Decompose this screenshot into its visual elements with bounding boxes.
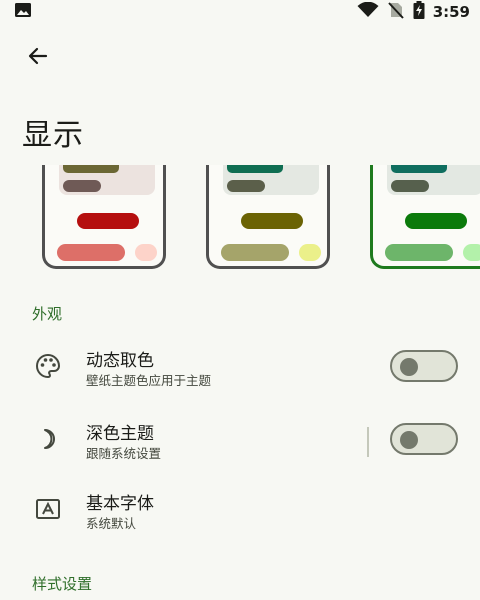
preview-chip xyxy=(63,165,119,173)
status-icons: 3:59 xyxy=(357,1,470,23)
preview-bar xyxy=(405,213,467,229)
setting-font[interactable]: 基本字体 系统默认 xyxy=(0,483,480,543)
preview-chip xyxy=(391,180,429,192)
setting-title: 深色主题 xyxy=(86,424,154,444)
moon-icon xyxy=(34,425,62,453)
palette-icon xyxy=(34,352,62,380)
divider xyxy=(367,427,369,457)
preview-chip xyxy=(63,180,101,192)
setting-dynamic-color[interactable]: 动态取色 壁纸主题色应用于主题 xyxy=(0,340,480,400)
switch-thumb xyxy=(400,358,418,376)
preview-dot xyxy=(135,244,157,261)
app-bar xyxy=(0,30,480,78)
preview-dot xyxy=(299,244,321,261)
setting-subtitle: 系统默认 xyxy=(86,516,137,531)
section-header-appearance: 外观 xyxy=(32,305,63,323)
preview-pill xyxy=(57,244,125,261)
dark-theme-switch[interactable] xyxy=(390,423,458,455)
setting-subtitle: 壁纸主题色应用于主题 xyxy=(86,373,212,388)
dynamic-color-switch[interactable] xyxy=(390,350,458,382)
preview-bar xyxy=(241,213,303,229)
preview-bar xyxy=(77,213,139,229)
preview-dot xyxy=(463,244,480,261)
font-box-icon xyxy=(34,495,62,523)
preview-pill xyxy=(385,244,453,261)
switch-thumb xyxy=(400,431,418,449)
arrow-back-icon xyxy=(26,44,50,72)
battery-charging-icon xyxy=(413,1,425,23)
preview-chip xyxy=(391,165,447,173)
clock: 3:59 xyxy=(432,3,470,21)
theme-preview-card-2[interactable] xyxy=(206,165,330,269)
preview-chip xyxy=(227,165,283,173)
setting-title: 动态取色 xyxy=(86,351,154,371)
setting-title: 基本字体 xyxy=(86,494,154,514)
setting-dark-theme[interactable]: 深色主题 跟随系统设置 xyxy=(0,413,480,473)
theme-preview-card-1[interactable] xyxy=(42,165,166,269)
theme-preview-card-3[interactable] xyxy=(370,165,480,269)
setting-subtitle: 跟随系统设置 xyxy=(86,446,162,461)
theme-preview-list[interactable] xyxy=(0,165,480,273)
page-title: 显示 xyxy=(22,118,84,153)
status-bar: 3:59 xyxy=(0,0,480,24)
wifi-icon xyxy=(357,1,379,22)
image-icon xyxy=(14,2,32,22)
preview-chip xyxy=(227,180,265,192)
section-header-style: 样式设置 xyxy=(32,575,93,593)
back-button[interactable] xyxy=(18,38,58,78)
preview-pill xyxy=(221,244,289,261)
no-sim-icon xyxy=(387,1,405,23)
